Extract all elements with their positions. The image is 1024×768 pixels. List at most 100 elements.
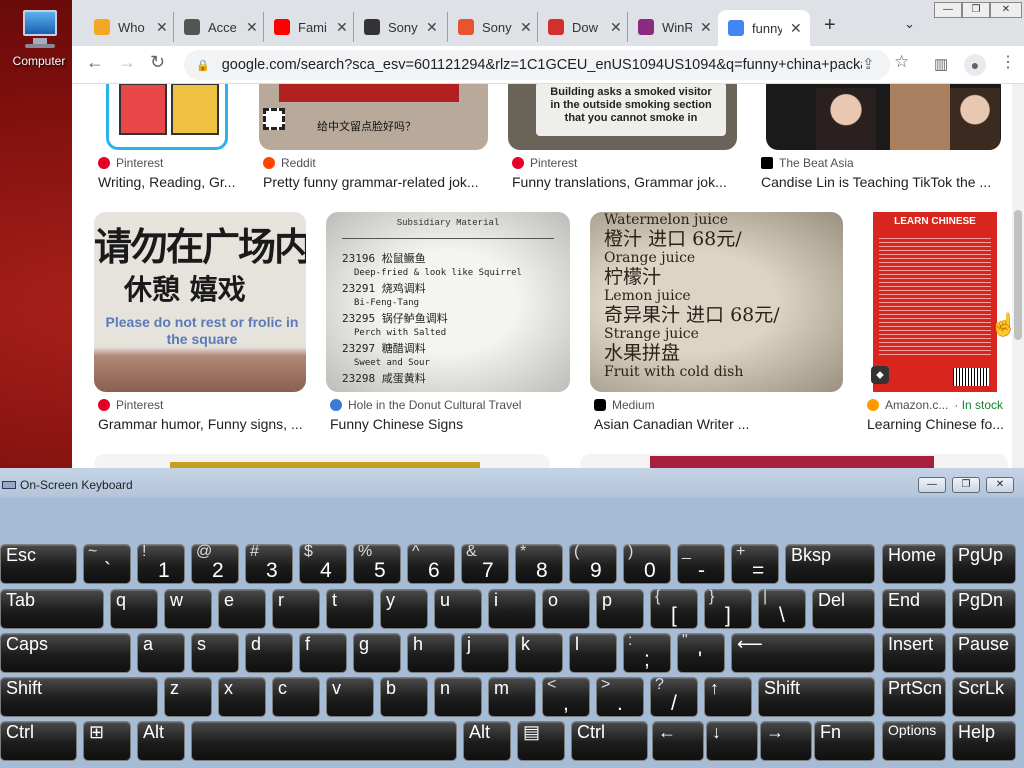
key-esc[interactable]: Esc [0,544,77,584]
address-bar[interactable]: 🔒 google.com/search?sca_esv=601121294&rl… [184,50,890,80]
key-help[interactable]: Help [952,721,1016,761]
result-image-r3-2[interactable] [580,454,1008,468]
result-image-r2-1[interactable]: 请勿在广场内 休憩 嬉戏 Please do not rest or froli… [94,212,306,392]
side-panel-icon[interactable]: ▥ [934,55,948,73]
key-ctrl[interactable]: Ctrl [571,721,648,761]
key-l[interactable]: l [569,633,617,673]
close-tab-icon[interactable]: ✕ [156,19,168,36]
key-k[interactable]: k [515,633,563,673]
key-][interactable]: }] [704,588,752,629]
result-source-r1-4[interactable]: The Beat Asia [761,156,854,170]
result-title-r2-1[interactable]: Grammar humor, Funny signs, ... [98,416,308,432]
key-options[interactable]: Options [882,721,946,761]
tab-3[interactable]: Fami ✕ [264,12,354,42]
key-n[interactable]: n [434,677,482,717]
tab-search-dropdown-icon[interactable]: ⌄ [904,16,915,32]
result-source-r1-3[interactable]: Pinterest [512,156,577,170]
key-3[interactable]: #3 [245,543,293,584]
close-window-button[interactable]: ✕ [990,2,1022,18]
result-image-r1-3[interactable]: Building asks a smoked visitor in the ou… [508,84,737,150]
key-2[interactable]: @2 [191,543,239,584]
key-m[interactable]: m [488,677,536,717]
key-/[interactable]: ? / [650,676,698,717]
key-↓[interactable]: ↓ [706,721,758,761]
result-source-r1-1[interactable]: Pinterest [98,156,163,170]
key-,[interactable]: <, [542,676,590,717]
new-tab-button[interactable]: + [824,14,836,37]
key-shift[interactable]: Shift [758,677,875,717]
key-pgdn[interactable]: PgDn [952,589,1016,629]
key-4[interactable]: $4 [299,543,347,584]
key-1[interactable]: ! 1 [137,543,185,584]
key-9[interactable]: (9 [569,543,617,584]
tab-8[interactable]: funny ✕ [718,10,810,46]
key-prtscn[interactable]: PrtScn [882,677,946,717]
key-b[interactable]: b [380,677,428,717]
key-0[interactable]: ) 0 [623,543,671,584]
result-image-r2-3[interactable]: Watermelon juice 橙汁 进口 68元/Orange juice 柠檬… [590,212,843,392]
key-caps[interactable]: Caps [0,633,131,673]
key-v[interactable]: v [326,677,374,717]
key-e[interactable]: e [218,589,266,629]
osk-restore-button[interactable]: ❐ [952,477,980,493]
key-o[interactable]: o [542,589,590,629]
result-image-r1-4[interactable] [766,84,1001,150]
key-=[interactable]: + = [731,543,779,584]
restore-button[interactable]: ❐ [962,2,990,18]
key-↑[interactable]: ↑ [704,677,752,717]
result-title-r2-2[interactable]: Funny Chinese Signs [330,416,560,432]
result-title-r1-1[interactable]: Writing, Reading, Gr... [98,174,238,190]
result-source-r1-2[interactable]: Reddit [263,156,316,170]
reload-icon[interactable]: ↻ [150,52,165,73]
key-h[interactable]: h [407,633,455,673]
key-5[interactable]: % 5 [353,543,401,584]
key-bksp[interactable]: Bksp [785,544,875,584]
key-shift[interactable]: Shift [0,677,158,717]
key-space[interactable] [191,721,457,761]
key-.[interactable]: >. [596,676,644,717]
minimize-button[interactable]: — [934,2,962,18]
key-i[interactable]: i [488,589,536,629]
tab-5[interactable]: Sony ✕ [448,12,538,42]
back-arrow-icon[interactable]: ← [86,52,104,73]
result-title-r1-2[interactable]: Pretty funny grammar-related jok... [263,174,493,190]
result-image-r2-4[interactable]: LEARN CHINESE ⬥ [863,212,1009,392]
key-8[interactable]: * 8 [515,543,563,584]
key-f[interactable]: f [299,633,347,673]
key-;[interactable]: :; [623,632,671,673]
key-end[interactable]: End [882,589,946,629]
key-[[interactable]: {[ [650,588,698,629]
computer-desktop-icon[interactable]: Computer [8,8,70,68]
key-→[interactable]: → [760,721,812,761]
result-source-r2-4[interactable]: Amazon.c... · In stock [867,398,1003,412]
key-tab[interactable]: Tab [0,589,104,629]
key-a[interactable]: a [137,633,185,673]
key-t[interactable]: t [326,589,374,629]
profile-avatar-icon[interactable]: ● [964,54,986,76]
key-←[interactable]: ← [652,721,704,761]
key--[interactable]: _ - [677,543,725,584]
key-`[interactable]: ~ ` [83,543,131,584]
key-p[interactable]: p [596,589,644,629]
result-image-r2-2[interactable]: Subsidiary Material 23196 松鼠鳜鱼 Deep-fried… [326,212,570,392]
tab-7[interactable]: WinR ✕ [628,12,718,42]
forward-arrow-icon[interactable]: → [118,52,136,73]
key-w[interactable]: w [164,589,212,629]
osk-minimize-button[interactable]: — [918,477,946,493]
bookmark-star-icon[interactable]: ☆ [894,52,909,72]
key-⊞[interactable]: ⊞ [83,721,131,761]
close-tab-icon[interactable]: ✕ [246,19,258,36]
key-s[interactable]: s [191,633,239,673]
key-g[interactable]: g [353,633,401,673]
result-title-r1-4[interactable]: Candise Lin is Teaching TikTok the ... [761,174,1001,190]
key-d[interactable]: d [245,633,293,673]
close-tab-icon[interactable]: ✕ [336,19,348,36]
result-title-r1-3[interactable]: Funny translations, Grammar jok... [512,174,742,190]
key-insert[interactable]: Insert [882,633,946,673]
close-tab-icon[interactable]: ✕ [610,19,622,36]
tab-1[interactable]: Who ✕ [84,12,174,42]
share-icon[interactable]: ⇪ [862,55,875,73]
close-tab-icon[interactable]: ✕ [790,20,802,37]
key-ctrl[interactable]: Ctrl [0,721,77,761]
key-\[interactable]: | \ [758,588,806,629]
